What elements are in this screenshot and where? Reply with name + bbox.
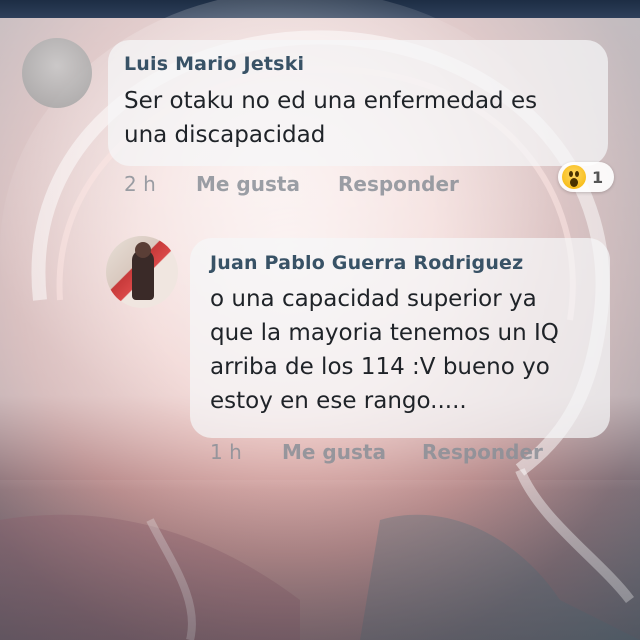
bottom-shade bbox=[0, 480, 640, 640]
profile-photo-avatar[interactable] bbox=[106, 236, 178, 308]
comment-timestamp[interactable]: 1 h bbox=[210, 440, 242, 464]
comment-text: o una capacidad superior ya que la mayor… bbox=[210, 286, 559, 414]
wow-icon bbox=[562, 165, 586, 189]
reply-button[interactable]: Responder bbox=[422, 440, 543, 464]
like-button[interactable]: Me gusta bbox=[282, 440, 386, 464]
reaction-count: 1 bbox=[592, 167, 604, 187]
comment-timestamp[interactable]: 2 h bbox=[124, 172, 156, 196]
comment-author[interactable]: Juan Pablo Guerra Rodriguez bbox=[210, 252, 523, 274]
reaction-badge[interactable]: 1 bbox=[558, 162, 614, 192]
like-button[interactable]: Me gusta bbox=[196, 172, 300, 196]
top-bar bbox=[0, 0, 640, 18]
comment-author[interactable]: Luis Mario Jetski bbox=[124, 53, 304, 75]
default-avatar-icon[interactable] bbox=[22, 38, 92, 108]
reply-button[interactable]: Responder bbox=[338, 172, 459, 196]
comment-text: Ser otaku no ed una enfermedad es una di… bbox=[124, 88, 538, 148]
